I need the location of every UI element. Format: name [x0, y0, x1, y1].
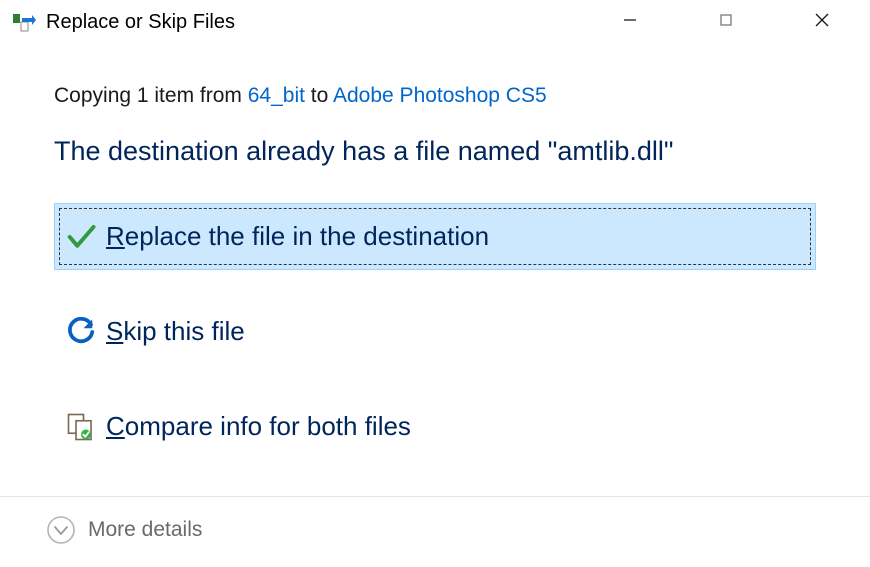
minimize-button[interactable] [582, 0, 678, 44]
compare-files-icon [66, 412, 96, 442]
compare-option-label: Compare info for both files [106, 411, 411, 442]
destination-folder-link[interactable]: Adobe Photoshop CS5 [333, 84, 547, 107]
more-details-label: More details [88, 518, 202, 542]
replace-option[interactable]: Replace the file in the destination [54, 203, 816, 270]
replace-skip-icon [12, 12, 36, 36]
copy-mid: to [305, 84, 333, 107]
skip-option[interactable]: Skip this file [54, 298, 816, 365]
dialog-content: Copying 1 item from 64_bit to Adobe Phot… [0, 44, 870, 460]
options-list: Replace the file in the destination Skip… [54, 203, 816, 460]
copy-prefix: Copying 1 item from [54, 84, 248, 107]
skip-option-label: Skip this file [106, 316, 245, 347]
window-title: Replace or Skip Files [46, 11, 235, 34]
skip-arrow-icon [66, 317, 96, 347]
close-button[interactable] [774, 0, 870, 44]
dialog-footer: More details [0, 496, 870, 545]
more-details-toggle[interactable]: More details [46, 515, 824, 545]
check-icon [66, 222, 96, 252]
maximize-button[interactable] [678, 0, 774, 44]
compare-option[interactable]: Compare info for both files [54, 393, 816, 460]
conflict-message: The destination already has a file named… [54, 136, 816, 167]
chevron-down-icon [46, 515, 76, 545]
copy-status-line: Copying 1 item from 64_bit to Adobe Phot… [54, 84, 816, 108]
window-controls [582, 0, 870, 44]
titlebar: Replace or Skip Files [0, 0, 870, 44]
replace-option-label: Replace the file in the destination [106, 221, 489, 252]
source-folder-link[interactable]: 64_bit [248, 84, 305, 107]
